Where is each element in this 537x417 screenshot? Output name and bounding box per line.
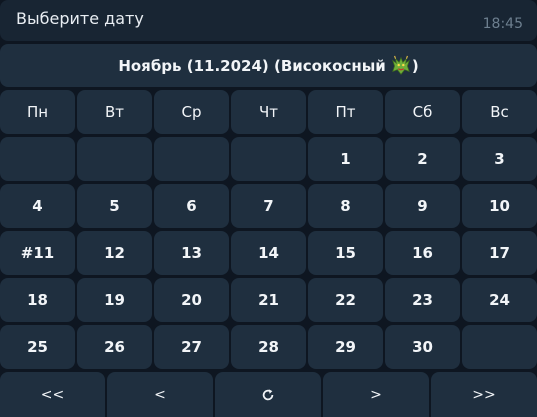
day-button[interactable]: 28: [231, 325, 306, 369]
day-button[interactable]: 1: [308, 137, 383, 181]
day-button[interactable]: 16: [385, 231, 460, 275]
weekday-header[interactable]: Вс: [462, 90, 537, 134]
day-button[interactable]: 14: [231, 231, 306, 275]
calendar-month-header-button[interactable]: Ноябрь (11.2024) (Високосный ): [0, 44, 537, 87]
weekday-header[interactable]: Вт: [77, 90, 152, 134]
weekday-header[interactable]: Пн: [0, 90, 75, 134]
day-button[interactable]: 29: [308, 325, 383, 369]
day-button[interactable]: 3: [462, 137, 537, 181]
weekday-header[interactable]: Ср: [154, 90, 229, 134]
message-text: Выберите дату: [16, 9, 144, 28]
empty-day-cell[interactable]: [462, 325, 537, 369]
day-button[interactable]: 6: [154, 184, 229, 228]
dragon-icon: [391, 55, 410, 75]
last-page-button[interactable]: >>: [431, 372, 537, 417]
day-button[interactable]: 10: [462, 184, 537, 228]
chat-view: Выберите дату 18:45 Ноябрь (11.2024) (Ви…: [0, 0, 537, 417]
bot-message: Выберите дату 18:45: [0, 0, 537, 41]
empty-day-cell[interactable]: [77, 137, 152, 181]
empty-day-cell[interactable]: [0, 137, 75, 181]
day-button[interactable]: 18: [0, 278, 75, 322]
day-button[interactable]: 30: [385, 325, 460, 369]
day-button[interactable]: 21: [231, 278, 306, 322]
prev-month-button[interactable]: <: [107, 372, 213, 417]
day-button[interactable]: 24: [462, 278, 537, 322]
day-button[interactable]: 5: [77, 184, 152, 228]
empty-day-cell[interactable]: [231, 137, 306, 181]
day-button[interactable]: 22: [308, 278, 383, 322]
weekday-header[interactable]: Пт: [308, 90, 383, 134]
month-title: Ноябрь (11.2024) (Високосный: [118, 56, 386, 75]
message-time: 18:45: [482, 16, 523, 32]
first-page-button[interactable]: <<: [0, 372, 105, 417]
day-button[interactable]: 9: [385, 184, 460, 228]
day-button[interactable]: 17: [462, 231, 537, 275]
day-button[interactable]: 8: [308, 184, 383, 228]
day-button[interactable]: 19: [77, 278, 152, 322]
next-month-button[interactable]: >: [323, 372, 429, 417]
day-button[interactable]: 15: [308, 231, 383, 275]
day-button[interactable]: 12: [77, 231, 152, 275]
day-button[interactable]: 2: [385, 137, 460, 181]
refresh-icon: [262, 388, 274, 400]
day-button[interactable]: 7: [231, 184, 306, 228]
day-button[interactable]: 23: [385, 278, 460, 322]
empty-day-cell[interactable]: [154, 137, 229, 181]
day-button[interactable]: #11: [0, 231, 75, 275]
day-button[interactable]: 26: [77, 325, 152, 369]
day-button[interactable]: 27: [154, 325, 229, 369]
month-title-closing: ): [411, 56, 419, 75]
day-button[interactable]: 20: [154, 278, 229, 322]
day-button[interactable]: 25: [0, 325, 75, 369]
weekday-header[interactable]: Сб: [385, 90, 460, 134]
refresh-button[interactable]: [215, 372, 321, 417]
day-button[interactable]: 4: [0, 184, 75, 228]
day-button[interactable]: 13: [154, 231, 229, 275]
weekday-header[interactable]: Чт: [231, 90, 306, 134]
